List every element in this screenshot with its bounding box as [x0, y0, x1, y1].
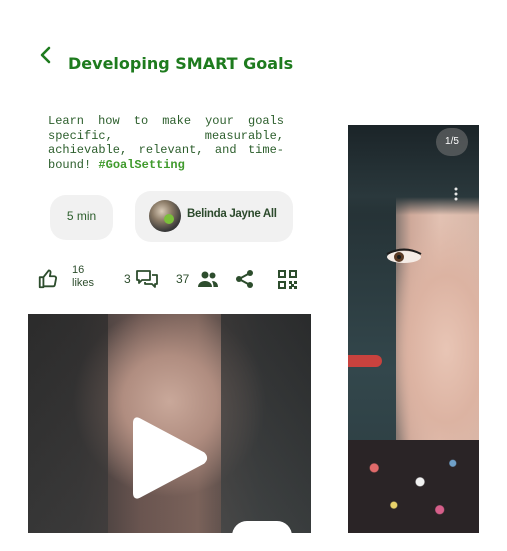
avatar — [149, 200, 181, 232]
video-image-right — [221, 314, 311, 533]
chevron-left-icon — [40, 46, 51, 64]
hashtag-link[interactable]: #GoalSetting — [98, 158, 184, 172]
story-image-lips — [348, 355, 382, 367]
viewers-count: 37 — [176, 272, 190, 286]
video-overlay-button[interactable] — [232, 521, 292, 551]
more-vertical-icon[interactable] — [453, 187, 459, 201]
page-indicator: 1/5 — [436, 128, 468, 156]
qr-code-button[interactable] — [278, 270, 297, 289]
people-icon — [198, 271, 218, 287]
likes-count: 16 likes — [72, 264, 94, 290]
video-image-left — [28, 314, 108, 533]
play-icon — [133, 417, 207, 499]
story-image-dress — [348, 440, 479, 533]
page-title: Developing SMART Goals — [68, 54, 294, 73]
viewers-button[interactable] — [197, 270, 219, 288]
comments-button[interactable] — [135, 268, 159, 290]
thumbs-up-icon — [38, 269, 57, 289]
duration-label: 5 min — [66, 209, 97, 223]
description: Learn how to make your goals specific, m… — [48, 114, 284, 172]
play-button[interactable] — [131, 414, 209, 502]
share-icon — [236, 270, 253, 288]
like-button[interactable] — [37, 268, 59, 290]
back-button[interactable] — [37, 44, 57, 66]
likes-label: likes — [72, 277, 95, 289]
likes-number: 16 — [72, 264, 85, 276]
author-name: Belinda Jayne All — [187, 208, 277, 220]
qr-code-icon — [278, 270, 297, 289]
share-button[interactable] — [235, 269, 255, 289]
comments-icon — [136, 270, 158, 288]
author-chip[interactable]: Belinda Jayne All — [135, 191, 293, 242]
story-image-eye — [386, 248, 422, 263]
duration-chip: 5 min — [50, 195, 113, 240]
comments-count: 3 — [124, 272, 131, 286]
